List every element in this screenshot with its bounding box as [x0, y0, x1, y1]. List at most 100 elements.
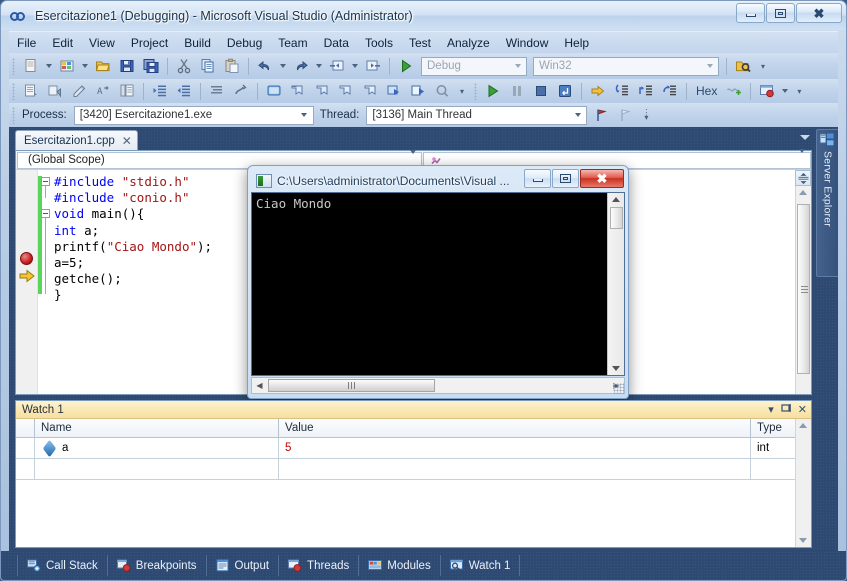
next-bookmark-icon[interactable]: [311, 81, 333, 102]
menu-tools[interactable]: Tools: [357, 33, 401, 53]
process-combo[interactable]: [3420] Esercitazione1.exe: [73, 105, 314, 125]
toolbar-grip[interactable]: [474, 82, 477, 100]
console-minimize-button[interactable]: [524, 169, 551, 188]
tab-watch-1[interactable]: Watch 1: [441, 555, 521, 576]
copy-icon[interactable]: [197, 56, 219, 77]
search-bookmarks-icon[interactable]: [431, 81, 453, 102]
menu-test[interactable]: Test: [401, 33, 439, 53]
toolbar-overflow-button[interactable]: ▾: [793, 87, 805, 95]
decrease-indent-icon[interactable]: [173, 81, 195, 102]
quick-find-symbol-icon[interactable]: [44, 81, 66, 102]
console-output-area[interactable]: Ciao Mondo: [251, 192, 625, 376]
undo-dropdown-icon[interactable]: [280, 64, 286, 68]
add-bookmark-icon[interactable]: [407, 81, 429, 102]
solution-platform-combo[interactable]: Win32: [533, 56, 719, 76]
menu-help[interactable]: Help: [556, 33, 597, 53]
breakpoint-icon[interactable]: [20, 252, 33, 265]
restart-icon[interactable]: [554, 81, 576, 102]
menu-edit[interactable]: Edit: [44, 33, 81, 53]
hex-display-button[interactable]: Hex: [691, 84, 722, 98]
step-into-icon[interactable]: [611, 81, 633, 102]
stop-debugging-icon[interactable]: [530, 81, 552, 102]
console-resize-grip[interactable]: [613, 383, 624, 394]
next-bookmark-folder-icon[interactable]: [359, 81, 381, 102]
step-over-icon[interactable]: [635, 81, 657, 102]
previous-bookmark-icon[interactable]: [287, 81, 309, 102]
table-row[interactable]: [16, 459, 811, 480]
tab-modules[interactable]: Modules: [359, 555, 441, 576]
scroll-down-arrow-icon[interactable]: [611, 366, 620, 371]
start-debugging-icon[interactable]: [395, 56, 417, 77]
increase-indent-icon[interactable]: [149, 81, 171, 102]
toggle-bookmark-icon[interactable]: [263, 81, 285, 102]
watch-name-cell-empty[interactable]: [35, 459, 279, 479]
tab-threads[interactable]: Threads: [279, 555, 360, 576]
new-project-icon[interactable]: [56, 56, 78, 77]
toggle-outlining-icon[interactable]: [230, 81, 252, 102]
open-file-icon[interactable]: [92, 56, 114, 77]
watch-value-cell-empty[interactable]: [279, 459, 751, 479]
sidebar-item-server-explorer[interactable]: Server Explorer: [816, 129, 838, 277]
toolbar-grip[interactable]: [12, 82, 15, 100]
close-button[interactable]: ✖: [796, 3, 842, 23]
chevron-down-icon[interactable]: [571, 113, 584, 117]
threads-dropdown-icon[interactable]: [782, 89, 789, 93]
chevron-down-icon[interactable]: [298, 113, 311, 117]
uncomment-icon[interactable]: [206, 81, 228, 102]
redo-icon[interactable]: [290, 56, 312, 77]
clear-bookmarks-icon[interactable]: [383, 81, 405, 102]
close-panel-icon[interactable]: ✕: [798, 403, 807, 417]
outlining-margin[interactable]: [38, 170, 50, 394]
toolbar-grip[interactable]: [12, 57, 15, 75]
paste-icon[interactable]: [221, 56, 243, 77]
editor-scroll-thumb[interactable]: [797, 204, 810, 374]
menu-project[interactable]: Project: [123, 33, 176, 53]
scroll-up-arrow-icon[interactable]: [799, 423, 807, 428]
console-horizontal-scrollbar[interactable]: ◀ ▶: [251, 377, 625, 394]
menu-file[interactable]: File: [9, 33, 44, 53]
toggle-word-wrap-icon[interactable]: A: [92, 81, 114, 102]
close-tab-icon[interactable]: ✕: [122, 134, 132, 148]
editor-vertical-scrollbar[interactable]: [795, 170, 811, 394]
console-maximize-button[interactable]: [552, 169, 579, 188]
document-tab-esercitazion1-cpp[interactable]: Esercitazion1.cpp ✕: [15, 130, 138, 150]
toolbar-overflow-button[interactable]: ▾: [757, 62, 769, 70]
menu-view[interactable]: View: [81, 33, 123, 53]
save-icon[interactable]: [116, 56, 138, 77]
breakpoint-flag-icon[interactable]: [591, 105, 613, 126]
toolbar-overflow-button[interactable]: ⋮ ▾: [640, 109, 652, 122]
navigate-forward-icon[interactable]: [362, 56, 384, 77]
tab-breakpoints[interactable]: Breakpoints: [108, 555, 207, 576]
row-selector[interactable]: [16, 438, 35, 458]
chevron-down-icon[interactable]: [796, 149, 808, 167]
menu-team[interactable]: Team: [270, 33, 315, 53]
menu-data[interactable]: Data: [316, 33, 357, 53]
console-scroll-thumb[interactable]: [609, 207, 623, 229]
menu-debug[interactable]: Debug: [219, 33, 270, 53]
minimize-button[interactable]: [736, 3, 765, 23]
window-menu-icon[interactable]: ▾: [768, 403, 774, 417]
thread-combo[interactable]: [3136] Main Thread: [366, 105, 588, 125]
console-close-button[interactable]: ✖: [580, 169, 624, 188]
scroll-left-arrow-icon[interactable]: ◀: [252, 381, 267, 390]
threads-window-icon[interactable]: [756, 81, 778, 102]
breakpoint-flag-disabled-icon[interactable]: [615, 105, 637, 126]
console-hscroll-thumb[interactable]: [268, 379, 435, 392]
tab-call-stack[interactable]: Call Stack: [17, 555, 108, 576]
cut-icon[interactable]: [173, 56, 195, 77]
row-selector[interactable]: [16, 459, 35, 479]
navigate-backward-dropdown-icon[interactable]: [352, 64, 358, 68]
fold-toggle-icon[interactable]: [41, 209, 50, 218]
new-item-icon[interactable]: [20, 56, 42, 77]
watch-value-cell[interactable]: 5: [279, 438, 751, 458]
editor-split-button[interactable]: [795, 170, 811, 186]
solution-configuration-combo[interactable]: Debug: [421, 56, 527, 76]
comment-block-icon[interactable]: [116, 81, 138, 102]
tab-list-chevron-down-icon[interactable]: [800, 135, 810, 140]
new-item-dropdown-icon[interactable]: [46, 64, 52, 68]
scroll-up-arrow-icon[interactable]: [611, 197, 620, 202]
menu-analyze[interactable]: Analyze: [439, 33, 498, 53]
toolbar-overflow-button[interactable]: ▾: [456, 87, 468, 95]
menu-window[interactable]: Window: [498, 33, 557, 53]
watch-name-cell[interactable]: a: [35, 438, 279, 458]
